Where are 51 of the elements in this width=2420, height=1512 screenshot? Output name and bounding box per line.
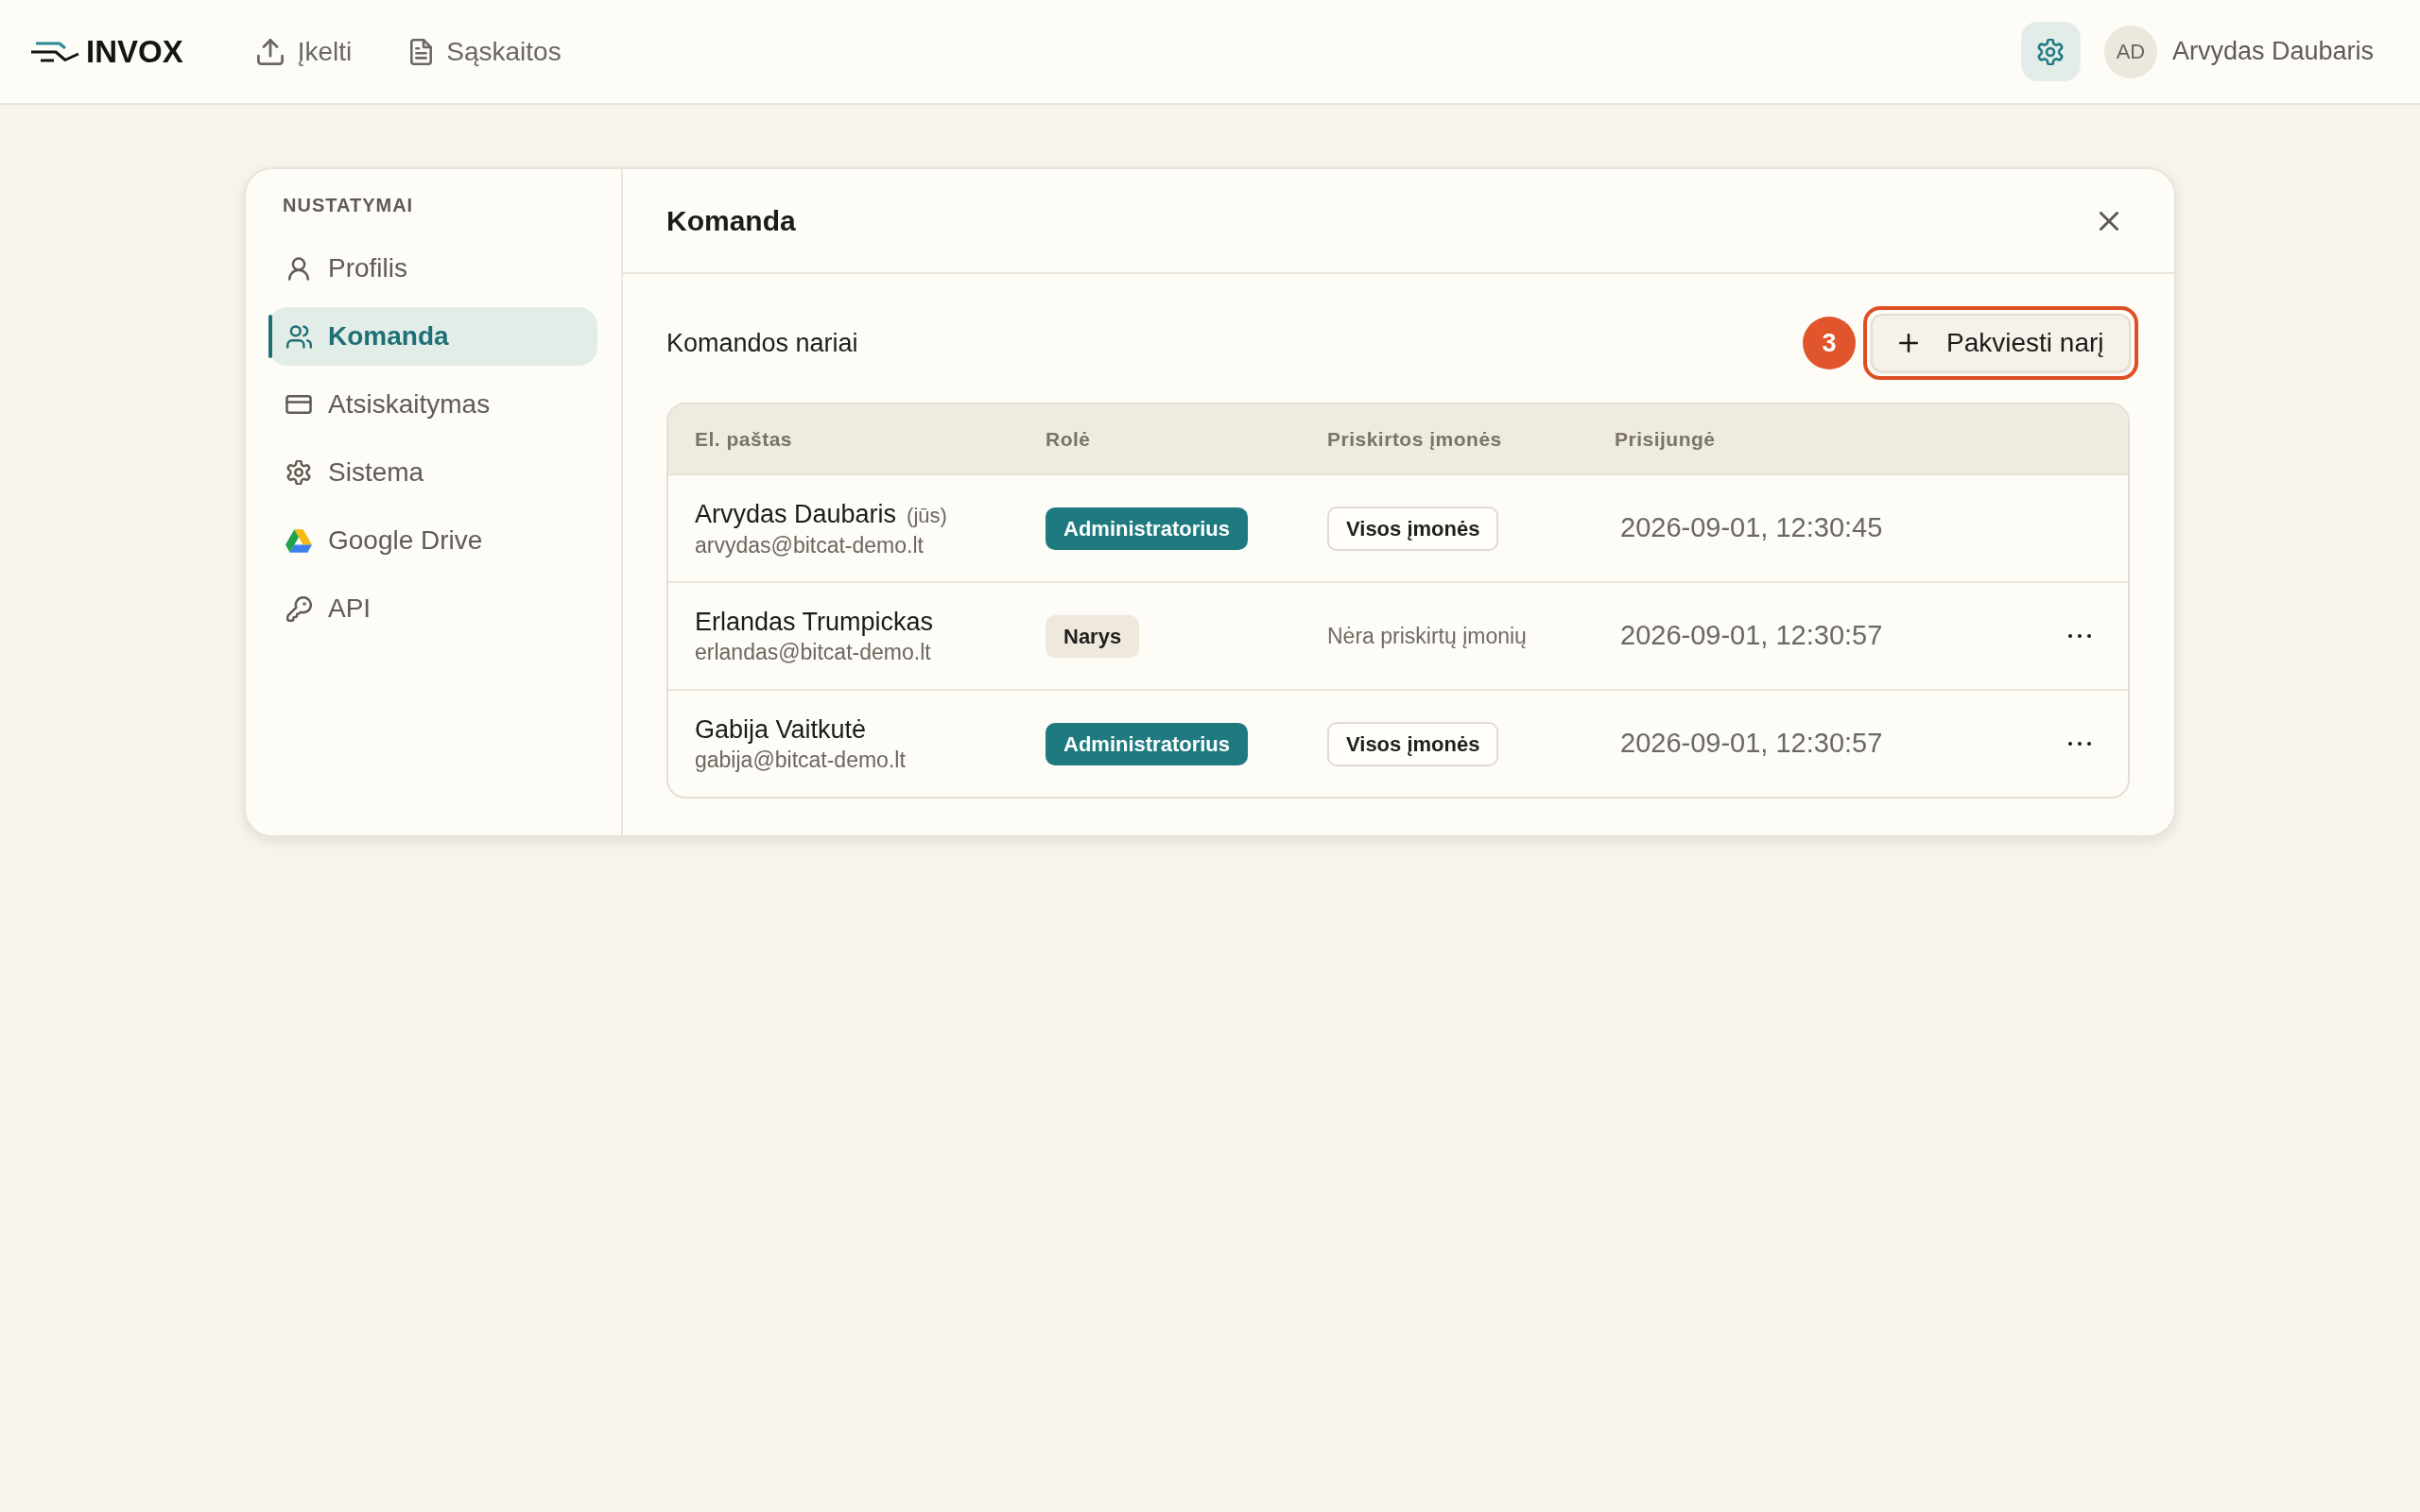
tricolor-triangle-icon	[285, 528, 312, 553]
card-icon	[285, 395, 312, 414]
upload-icon	[256, 38, 284, 65]
role-badge: Narys	[1046, 614, 1140, 658]
companies-tag: Visos įmonės	[1327, 506, 1499, 551]
logo-text: INVOX	[86, 36, 183, 67]
sidebar-heading: NUSTATYMAI	[282, 194, 415, 217]
close-icon	[2100, 211, 2118, 231]
dialog-title: Komanda	[666, 204, 796, 238]
sidebar-item[interactable]: Sistema	[268, 443, 597, 502]
member-email: gabija@bitcat-demo.lt	[695, 747, 907, 774]
settings-button[interactable]	[2020, 22, 2081, 81]
person-icon	[288, 256, 309, 281]
sidebar-item[interactable]: Atsiskaitymas	[268, 375, 597, 434]
member-name: Gabija Vaitkutė	[695, 714, 867, 746]
people-icon	[285, 324, 312, 349]
document-icon	[410, 38, 433, 65]
nav-link[interactable]: Įkelti	[256, 31, 353, 72]
column-header: Priskirtos įmonės	[1327, 426, 1503, 452]
member-name: Erlandas Trumpickas	[695, 607, 934, 638]
joined-date: 2026-09-01, 12:30:57	[1620, 620, 1883, 651]
joined-date: 2026-09-01, 12:30:57	[1620, 728, 1883, 759]
member-name: Arvydas Daubaris	[695, 498, 897, 530]
joined-date: 2026-09-01, 12:30:45	[1620, 512, 1883, 543]
member-email: arvydas@bitcat-demo.lt	[695, 531, 925, 559]
column-header: El. paštas	[695, 426, 794, 452]
step-badge: 3	[1803, 317, 1856, 369]
settings-icon	[2037, 38, 2065, 65]
more-icon	[2068, 633, 2091, 639]
user-name: Arvydas Daubaris	[2171, 36, 2374, 68]
logo-icon	[31, 41, 80, 62]
gear-icon	[286, 460, 311, 485]
you-label: (jūs)	[907, 502, 947, 529]
companies-note: Nėra priskirtų įmonių	[1327, 622, 1527, 650]
plus-icon	[1899, 334, 1918, 352]
key-icon	[285, 595, 312, 622]
role-badge: Administratorius	[1046, 722, 1249, 765]
sidebar-item[interactable]: Profilis	[268, 239, 597, 298]
column-header: Rolė	[1046, 426, 1092, 452]
companies-tag: Visos įmonės	[1327, 721, 1499, 766]
more-icon	[2068, 741, 2091, 747]
user-avatar[interactable]: AD	[2103, 25, 2157, 78]
sidebar-item[interactable]: API	[268, 579, 597, 638]
section-title: Komandos nariai	[666, 327, 858, 359]
invite-button[interactable]: Pakviesti narį	[1871, 314, 2131, 372]
nav-link[interactable]: Sąskaitos	[410, 31, 562, 72]
sidebar-item[interactable]: Google Drive	[268, 511, 597, 570]
column-header: Prisijungė	[1615, 426, 1717, 452]
member-email: erlandas@bitcat-demo.lt	[695, 639, 932, 666]
sidebar-item[interactable]: Komanda	[268, 307, 597, 366]
role-badge: Administratorius	[1046, 507, 1249, 550]
